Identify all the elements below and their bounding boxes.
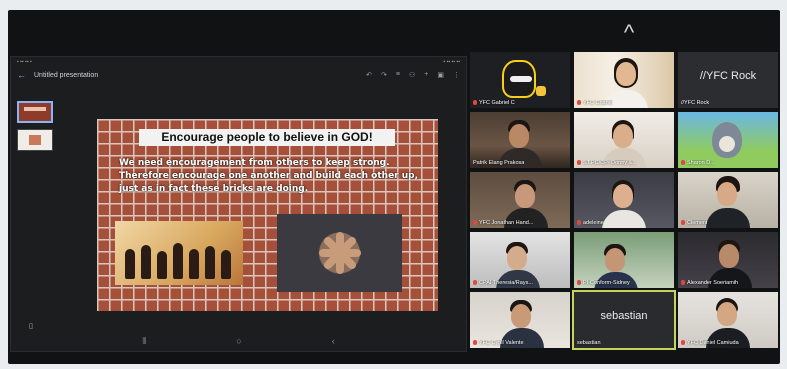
device-nav-bar: ⦀ ○ ‹ xyxy=(11,336,466,347)
avatar xyxy=(502,60,536,98)
mic-muted-icon xyxy=(473,340,477,346)
participant-tile[interactable]: Sharon D... xyxy=(678,112,778,168)
back-arrow-icon[interactable]: ← xyxy=(17,70,26,80)
meeting-window: ^ ▪ ▪▪ ▪▪ ▪ ▪ ▪▪ ▪▪ ▪▪ ← Untitled presen… xyxy=(8,10,780,364)
shared-screen: ▪ ▪▪ ▪▪ ▪ ▪ ▪▪ ▪▪ ▪▪ ← Untitled presenta… xyxy=(10,56,467,352)
mic-muted-icon xyxy=(577,280,581,286)
participant-tile[interactable]: Alexander Soeriamih xyxy=(678,232,778,288)
slide-body-text: We need encouragement from others to kee… xyxy=(119,158,419,194)
mic-muted-icon xyxy=(577,100,581,106)
mic-muted-icon xyxy=(473,280,477,286)
slide-heading: Encourage people to believe in GOD! xyxy=(139,129,395,146)
slide-counter-icon[interactable]: ▯ xyxy=(29,322,33,330)
add-person-icon[interactable]: ⚇ xyxy=(409,71,415,79)
participant-name: YFC Chanel xyxy=(583,100,613,106)
paper-people-image xyxy=(115,221,243,285)
participant-tile[interactable]: CPAI Theresia/Rays... xyxy=(470,232,570,288)
participant-tile[interactable]: YFC Jonathan Hand... xyxy=(470,172,570,228)
participant-name: Patrik Elang Prakosa xyxy=(473,160,525,166)
participant-gallery: YFC Gabriel C YFC Chanel //YFC Rock //YF… xyxy=(470,52,778,356)
participant-tile[interactable]: adeleine xyxy=(574,172,674,228)
present-icon[interactable]: ▣ xyxy=(437,71,444,79)
status-right: ▪ ▪▪ ▪▪ ▪▪ xyxy=(443,59,460,65)
avatar xyxy=(712,122,742,158)
participant-name: YFC Gabriel C xyxy=(479,100,515,106)
participant-name: Sharon D... xyxy=(687,160,715,166)
undo-icon[interactable]: ↶ xyxy=(366,71,372,79)
mic-muted-icon xyxy=(681,280,685,286)
participant-tile[interactable]: //YFC Rock //YFC Rock xyxy=(678,52,778,108)
participant-name: CPAI Theresia/Rays... xyxy=(479,280,533,286)
participant-name: adeleine xyxy=(583,220,604,226)
toolbar: ↶ ↷ ≡ ⚇ + ▣ ⋮ xyxy=(366,71,460,79)
slide-thumbnail-1[interactable] xyxy=(17,101,53,123)
slide-thumbnails xyxy=(17,101,55,157)
home-icon[interactable]: ○ xyxy=(236,336,241,347)
slide-thumbnail-2[interactable] xyxy=(17,129,53,151)
device-status-bar: ▪ ▪▪ ▪▪ ▪ ▪ ▪▪ ▪▪ ▪▪ xyxy=(11,57,466,67)
participant-name: YFC Daniel Camiuda xyxy=(687,340,739,346)
status-left: ▪ ▪▪ ▪▪ ▪ xyxy=(17,59,32,65)
add-icon[interactable]: + xyxy=(424,71,428,79)
participant-name: YFC Jonathan Hand... xyxy=(479,220,534,226)
participant-tile[interactable]: Clement xyxy=(678,172,778,228)
chevron-up-icon[interactable]: ^ xyxy=(615,22,643,44)
nav-back-icon[interactable]: ‹ xyxy=(332,336,335,347)
participant-name: PI-Conform-Sidney xyxy=(583,280,630,286)
thumbs-up-icon xyxy=(536,86,546,96)
mic-muted-icon xyxy=(473,100,477,106)
mic-muted-icon xyxy=(681,160,685,166)
participant-name: sebastian xyxy=(577,340,601,346)
mic-muted-icon xyxy=(681,340,685,346)
participant-tile-active[interactable]: sebastian sebastian xyxy=(572,290,676,350)
participant-tile[interactable]: YFC Cyrill Valente xyxy=(470,292,570,348)
mic-muted-icon xyxy=(473,220,477,226)
more-vert-icon[interactable]: ⋮ xyxy=(453,71,460,79)
participant-tile[interactable]: PI-Conform-Sidney xyxy=(574,232,674,288)
presentation-title: Untitled presentation xyxy=(34,71,99,79)
participant-name: Alexander Soeriamih xyxy=(687,280,739,286)
participant-display-name: sebastian xyxy=(600,310,648,322)
mic-muted-icon xyxy=(577,220,581,226)
hands-together-image xyxy=(277,214,402,292)
slides-app-bar: ← Untitled presentation ↶ ↷ ≡ ⚇ + ▣ ⋮ xyxy=(11,67,466,83)
participant-name: Clement xyxy=(687,220,708,226)
participant-tile[interactable]: ST.PC/CP- Donny &... xyxy=(574,112,674,168)
participant-tile[interactable]: Patrik Elang Prakosa xyxy=(470,112,570,168)
participant-tile[interactable]: YFC Gabriel C xyxy=(470,52,570,108)
mic-muted-icon xyxy=(681,220,685,226)
redo-icon[interactable]: ↷ xyxy=(381,71,387,79)
participant-name: ST.PC/CP- Donny &... xyxy=(583,160,637,166)
participant-name: //YFC Rock xyxy=(681,100,710,106)
participant-display-name: //YFC Rock xyxy=(699,70,757,82)
mic-muted-icon xyxy=(577,160,581,166)
format-icon[interactable]: ≡ xyxy=(396,71,400,79)
participant-name: YFC Cyrill Valente xyxy=(479,340,524,346)
recents-icon[interactable]: ⦀ xyxy=(142,336,146,347)
participant-tile[interactable]: YFC Daniel Camiuda xyxy=(678,292,778,348)
slide-canvas: Encourage people to believe in GOD! We n… xyxy=(97,119,438,311)
participant-tile[interactable]: YFC Chanel xyxy=(574,52,674,108)
